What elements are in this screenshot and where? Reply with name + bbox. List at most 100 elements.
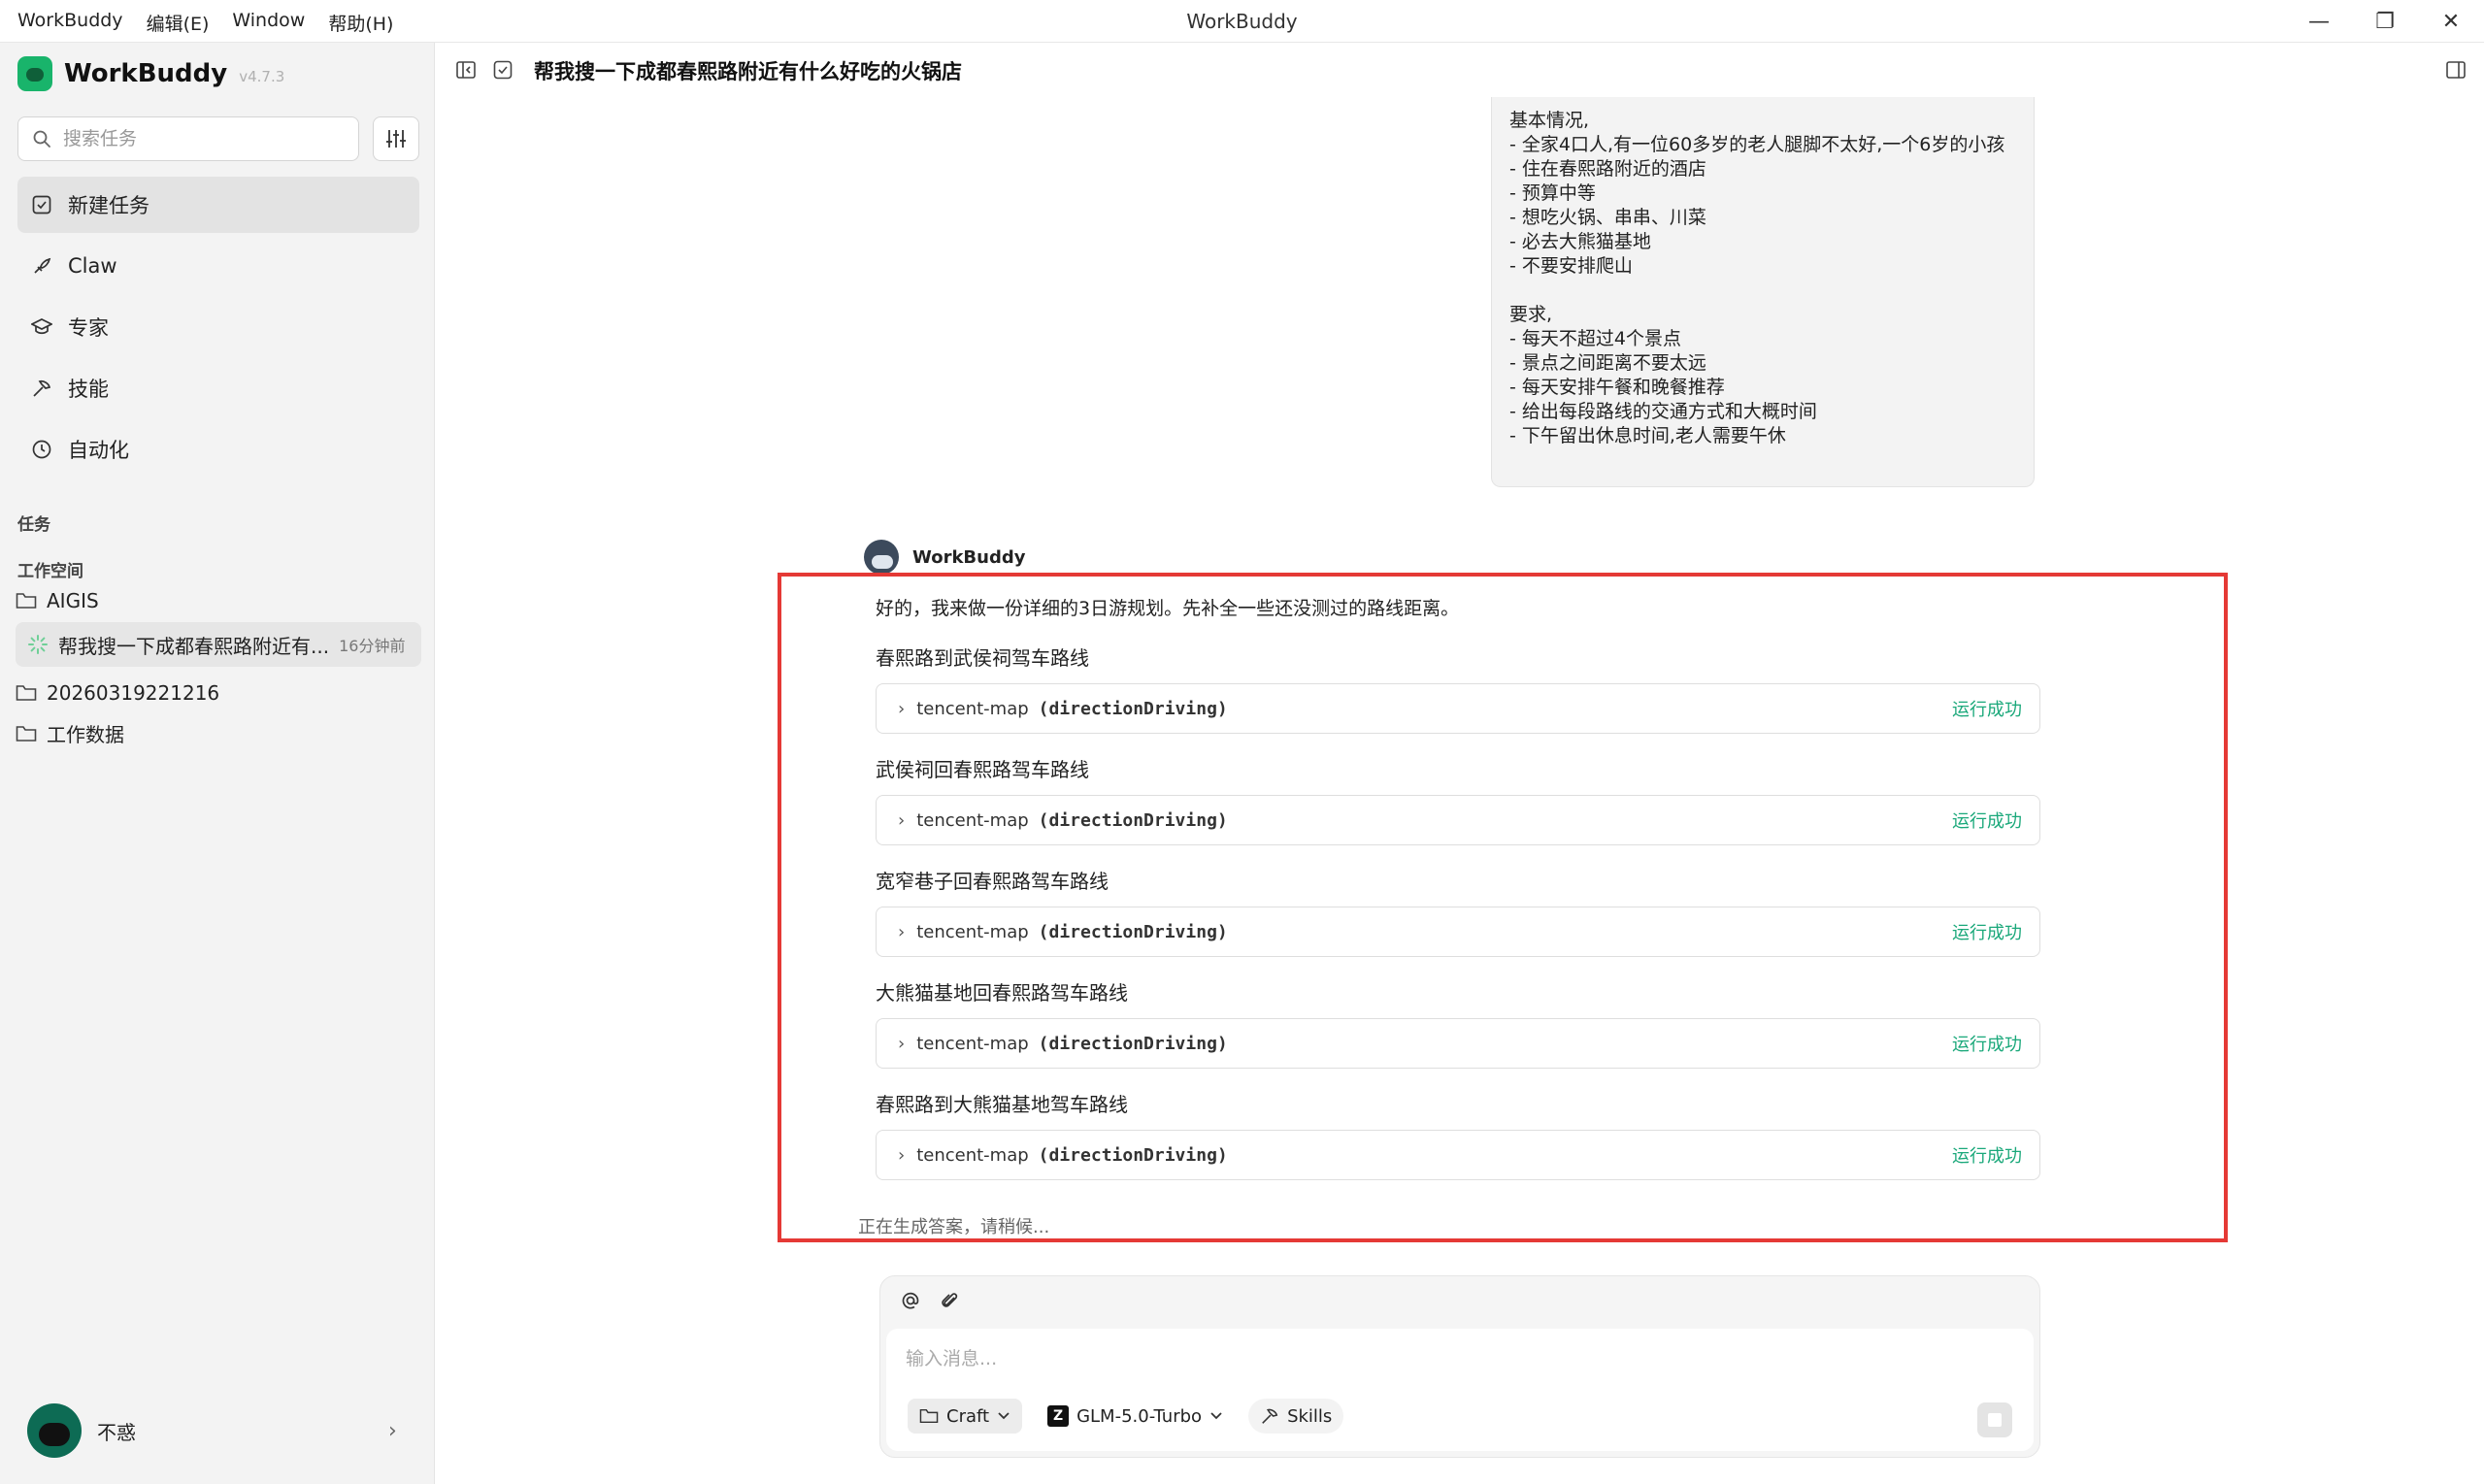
brand-name: WorkBuddy (64, 59, 228, 88)
bot-avatar (864, 540, 899, 575)
tool-status: 运行成功 (1952, 1035, 2022, 1055)
nav-automation[interactable]: 自动化 (17, 421, 419, 478)
search-icon (33, 130, 50, 148)
title-bar: WorkBuddy 编辑(E) Window 帮助(H) WorkBuddy —… (0, 0, 2484, 43)
tool-function: (directionDriving) (1038, 921, 1228, 942)
mention-icon[interactable] (900, 1290, 921, 1311)
step-title: 春熙路到大熊猫基地驾车路线 (876, 1093, 1128, 1116)
tool-name: tencent-map (916, 809, 1029, 831)
user-message-line: - 每天安排午餐和晚餐推荐 (1509, 377, 1725, 398)
collapse-sidebar-button[interactable] (452, 56, 480, 83)
restore-button[interactable]: ❐ (2352, 0, 2418, 43)
menu-edit[interactable]: 编辑(E) (147, 10, 210, 36)
menu-workbuddy[interactable]: WorkBuddy (17, 10, 123, 36)
menu-window[interactable]: Window (232, 10, 305, 36)
model-selector[interactable]: Z GLM-5.0-Turbo (1036, 1399, 1235, 1434)
tool-name: tencent-map (916, 1144, 1029, 1166)
check-square-icon (493, 60, 513, 80)
chevron-right-icon: › (898, 1033, 906, 1054)
minimize-button[interactable]: — (2286, 0, 2352, 43)
user-profile[interactable]: 不惑 (27, 1403, 136, 1458)
step-title: 大熊猫基地回春熙路驾车路线 (876, 981, 1128, 1005)
sidebar-nav: 新建任务 Claw 专家 技能 自动化 (17, 177, 419, 482)
chevron-down-icon (1210, 1412, 1222, 1420)
user-message-line: - 预算中等 (1509, 182, 1596, 204)
close-button[interactable]: ✕ (2418, 0, 2484, 43)
user-message-line: - 必去大熊猫基地 (1509, 231, 1651, 252)
nav-skills-label: 技能 (68, 378, 109, 401)
task-check-button[interactable] (489, 56, 516, 83)
user-message-line: - 住在春熙路附近的酒店 (1509, 158, 1706, 180)
menu-help[interactable]: 帮助(H) (328, 10, 393, 36)
tool-function: (directionDriving) (1038, 1144, 1228, 1166)
sidebar-collapse-icon (456, 61, 476, 79)
bot-header: WorkBuddy (864, 540, 1025, 575)
brand: WorkBuddy v4.7.3 (17, 56, 284, 91)
chevron-right-icon: › (898, 698, 906, 719)
search-input[interactable] (61, 127, 337, 150)
task-search (17, 116, 359, 161)
composer-top-tools (900, 1290, 960, 1311)
mode-label: Craft (946, 1405, 990, 1427)
nav-new-task[interactable]: 新建任务 (17, 177, 419, 233)
attachment-icon[interactable] (939, 1290, 960, 1311)
step-title: 宽窄巷子回春熙路驾车路线 (876, 870, 1109, 893)
user-message-line (1509, 279, 2016, 303)
bot-intro-text: 好的，我来做一份详细的3日游规划。先补全一些还没测过的路线距离。 (876, 598, 1460, 619)
loading-spinner-icon (28, 635, 48, 654)
nav-new-task-label: 新建任务 (68, 194, 149, 217)
menu-bar: WorkBuddy 编辑(E) Window 帮助(H) (17, 10, 393, 36)
tool-call-card[interactable]: › tencent-map (directionDriving) 运行成功 (876, 795, 2040, 845)
avatar (27, 1403, 82, 1458)
expert-icon (31, 318, 52, 335)
skills-icon (33, 379, 51, 397)
skills-button[interactable]: Skills (1248, 1399, 1344, 1434)
sliders-icon (386, 130, 406, 148)
nav-skills[interactable]: 技能 (17, 360, 419, 416)
user-message-line: 基本情况, (1509, 110, 1590, 131)
tool-call-card[interactable]: › tencent-map (directionDriving) 运行成功 (876, 907, 2040, 957)
workspace-item[interactable]: AIGIS (16, 589, 99, 612)
tool-function: (directionDriving) (1038, 1033, 1228, 1054)
brand-version: v4.7.3 (239, 68, 285, 85)
tool-call-card[interactable]: › tencent-map (directionDriving) 运行成功 (876, 683, 2040, 734)
chevron-right-icon[interactable]: › (388, 1419, 397, 1443)
tool-function: (directionDriving) (1038, 698, 1228, 719)
toggle-panel-button[interactable] (2442, 56, 2469, 83)
side-panel-icon (2446, 61, 2466, 79)
tool-name: tencent-map (916, 698, 1029, 719)
tool-call-card[interactable]: › tencent-map (directionDriving) 运行成功 (876, 1018, 2040, 1069)
workspace-name: AIGIS (47, 589, 99, 612)
tool-call-card[interactable]: › tencent-map (directionDriving) 运行成功 (876, 1130, 2040, 1180)
workspace-item[interactable]: 20260319221216 (16, 681, 219, 705)
task-title: 帮我搜一下成都春熙路附近有... (58, 634, 330, 658)
workspace-section-label: 工作空间 (17, 562, 83, 581)
user-message-line: - 不要安排爬山 (1509, 255, 1633, 277)
model-logo-icon: Z (1047, 1405, 1070, 1427)
step-title: 春熙路到武侯祠驾车路线 (876, 646, 1089, 670)
chevron-right-icon: › (898, 1144, 906, 1166)
nav-claw-label: Claw (68, 254, 117, 278)
tool-status: 运行成功 (1952, 1146, 2022, 1167)
tool-status: 运行成功 (1952, 923, 2022, 943)
filter-button[interactable] (373, 116, 419, 161)
chevron-down-icon (998, 1412, 1010, 1420)
user-message-line: 要求, (1509, 304, 1553, 325)
nav-expert[interactable]: 专家 (17, 299, 419, 355)
user-name: 不惑 (97, 1420, 136, 1444)
task-time: 16分钟前 (339, 637, 406, 655)
mode-selector[interactable]: Craft (908, 1399, 1023, 1434)
nav-claw[interactable]: Claw (17, 238, 419, 294)
folder-icon (919, 1408, 939, 1424)
tool-name: tencent-map (916, 921, 1029, 942)
nav-expert-label: 专家 (68, 316, 109, 340)
active-task-item[interactable]: 帮我搜一下成都春熙路附近有... 16分钟前 (16, 622, 421, 667)
workspace-item[interactable]: 工作数据 (16, 719, 124, 747)
stop-button[interactable] (1977, 1402, 2012, 1437)
chat-title: 帮我搜一下成都春熙路附近有什么好吃的火锅店 (534, 60, 962, 83)
step-title: 武侯祠回春熙路驾车路线 (876, 758, 1089, 781)
chevron-right-icon: › (898, 809, 906, 831)
user-message: 基本情况, - 全家4口人,有一位60多岁的老人腿脚不太好,一个6岁的小孩 - 住在… (1491, 97, 2035, 487)
user-message-line: - 每天不超过4个景点 (1509, 328, 1681, 349)
message-input[interactable] (904, 1342, 1975, 1381)
